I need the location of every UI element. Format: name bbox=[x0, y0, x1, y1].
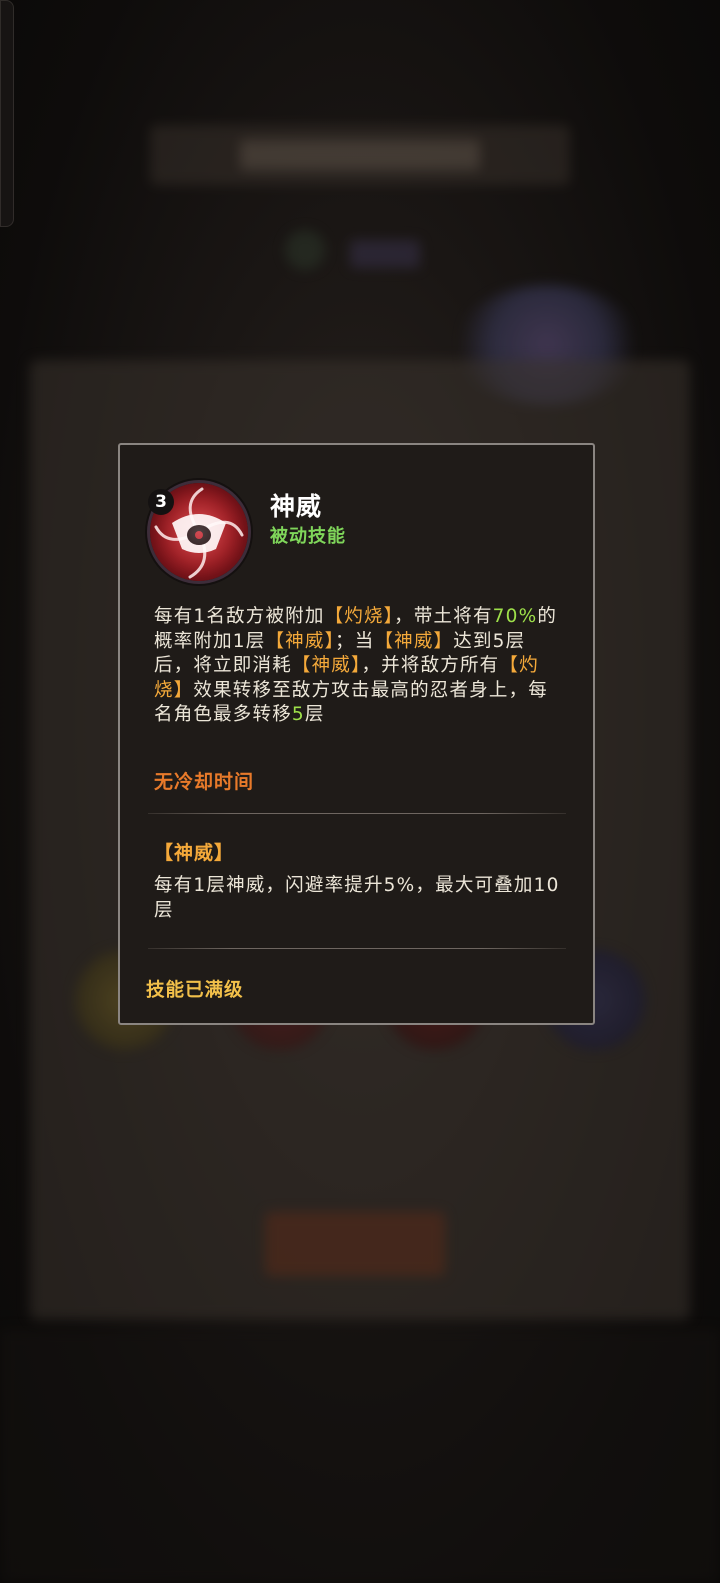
keyword-text: 【神威】 bbox=[374, 630, 454, 652]
description-text: ；当 bbox=[335, 630, 375, 652]
divider bbox=[148, 813, 566, 814]
max-level-status: 技能已满级 bbox=[146, 980, 244, 1001]
description-text: 每有1名敌方被附加 bbox=[154, 606, 325, 627]
side-tab[interactable] bbox=[0, 0, 14, 227]
description-text: ，带土将有 bbox=[394, 606, 493, 627]
skill-type: 被动技能 bbox=[270, 526, 346, 547]
keyword-text: 【灼烧】 bbox=[324, 606, 395, 627]
description-text: ，并将敌方所有 bbox=[361, 655, 500, 676]
description-text: 效果转移至敌方攻击最高的忍者身上，每名角色最多转移 bbox=[154, 679, 549, 726]
description-text: 层 bbox=[304, 704, 325, 725]
game-screen: 3 神威 被动技能 每有1名敌方被附加【灼烧】，带土将有70%的概率附加1层【神… bbox=[0, 0, 720, 1583]
buff-description: 每有1层神威，闪避率提升5%，最大可叠加10层 bbox=[154, 875, 560, 921]
cooldown-text: 无冷却时间 bbox=[154, 771, 255, 793]
divider bbox=[148, 948, 566, 949]
skill-name: 神威 bbox=[270, 492, 323, 521]
background-icon bbox=[285, 230, 325, 270]
number-text: 5 bbox=[291, 704, 305, 725]
background-title bbox=[240, 140, 480, 170]
number-text: 70% bbox=[492, 606, 538, 627]
background-label bbox=[350, 240, 420, 268]
keyword-text: 【神威】 bbox=[265, 630, 336, 652]
skill-description: 每有1名敌方被附加【灼烧】，带土将有70%的概率附加1层【神威】；当【神威】达到… bbox=[154, 605, 564, 728]
skill-level-badge: 3 bbox=[148, 489, 174, 515]
buff-title: 【神威】 bbox=[154, 842, 235, 864]
background-bottom-bar bbox=[0, 1330, 720, 1583]
skill-tooltip: 3 神威 被动技能 每有1名敌方被附加【灼烧】，带土将有70%的概率附加1层【神… bbox=[118, 443, 595, 1025]
background-button bbox=[265, 1212, 445, 1276]
keyword-text: 【神威】 bbox=[291, 655, 362, 676]
